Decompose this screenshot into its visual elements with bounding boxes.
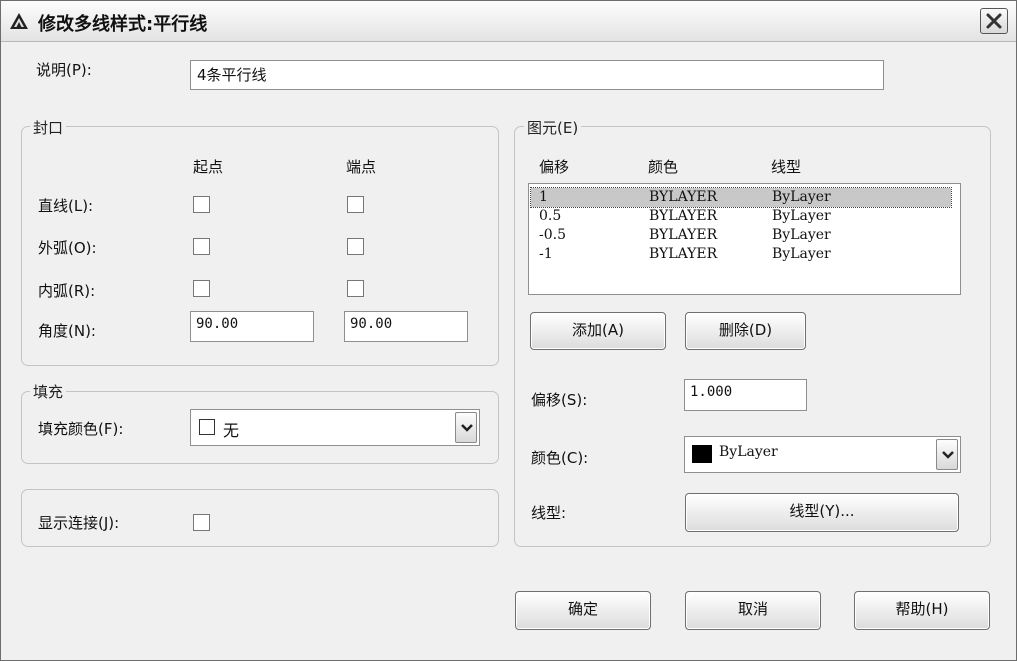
display-joints-label: 显示连接(J): [38, 514, 120, 532]
close-icon [986, 13, 1002, 29]
elements-list-row[interactable]: 0.5 BYLAYER ByLayer [531, 207, 951, 226]
fill-color-dropdown[interactable]: 无 [190, 409, 480, 446]
display-joints-checkbox[interactable] [193, 514, 210, 531]
caps-end-header: 端点 [346, 158, 377, 176]
element-offset-label: 偏移(S): [531, 391, 588, 409]
elements-header-offset[interactable]: 偏移 [539, 156, 569, 177]
description-input[interactable]: 4条平行线 [190, 60, 884, 90]
element-color-dropdown-arrow[interactable] [936, 439, 958, 470]
caps-start-header: 起点 [193, 158, 224, 176]
caps-angle-end-input[interactable]: 90.00 [344, 311, 468, 342]
element-color-dropdown[interactable]: ByLayer [684, 436, 961, 473]
element-offset: -0.5 [539, 227, 566, 243]
element-color: BYLAYER [649, 189, 718, 205]
caps-line-end-checkbox[interactable] [347, 196, 364, 213]
window-title: 修改多线样式:平行线 [38, 14, 208, 35]
fill-color-label: 填充颜色(F): [38, 420, 124, 438]
element-color: BYLAYER [649, 208, 718, 224]
linetype-button[interactable]: 线型(Y)... [685, 493, 959, 532]
element-offset: 0.5 [539, 208, 562, 224]
caps-line-start-checkbox[interactable] [193, 196, 210, 213]
elements-list-row[interactable]: -1 BYLAYER ByLayer [531, 245, 951, 264]
chevron-down-icon [461, 424, 473, 432]
ok-button[interactable]: 确定 [515, 591, 651, 630]
elements-list[interactable]: 1 BYLAYER ByLayer 0.5 BYLAYER ByLayer -0… [528, 183, 961, 295]
delete-element-button[interactable]: 删除(D) [685, 312, 806, 350]
fill-color-swatch [199, 419, 215, 435]
description-label: 说明(P): [36, 61, 92, 79]
fill-color-dropdown-arrow[interactable] [455, 412, 477, 443]
fill-group-title: 填充 [30, 381, 67, 402]
caps-line-label: 直线(L): [38, 197, 94, 215]
element-color-label: 颜色(C): [531, 449, 589, 467]
element-linetype: ByLayer [772, 189, 831, 205]
caps-angle-label: 角度(N): [38, 322, 96, 340]
elements-header-color[interactable]: 颜色 [648, 156, 678, 177]
caps-inner-arc-start-checkbox[interactable] [193, 280, 210, 297]
autocad-triangle-icon [10, 13, 28, 29]
element-linetype-label: 线型: [531, 504, 567, 522]
chevron-down-icon [942, 451, 954, 459]
caps-angle-start-input[interactable]: 90.00 [190, 311, 314, 342]
caps-outer-arc-start-checkbox[interactable] [193, 238, 210, 255]
multiline-style-dialog: 修改多线样式:平行线 说明(P): 4条平行线 封口 起点 端点 直线(L): … [0, 0, 1017, 661]
title-bar[interactable]: 修改多线样式:平行线 [1, 1, 1016, 42]
fill-color-value: 无 [223, 421, 240, 440]
caps-inner-arc-end-checkbox[interactable] [347, 280, 364, 297]
elements-group-title: 图元(E) [524, 117, 582, 138]
element-linetype: ByLayer [772, 246, 831, 262]
caps-outer-arc-end-checkbox[interactable] [347, 238, 364, 255]
caps-inner-arc-label: 内弧(R): [38, 282, 96, 300]
element-color: BYLAYER [649, 246, 718, 262]
element-linetype: ByLayer [772, 208, 831, 224]
caps-outer-arc-label: 外弧(O): [38, 239, 97, 257]
element-color: BYLAYER [649, 227, 718, 243]
element-offset-input[interactable]: 1.000 [684, 379, 807, 411]
element-color-value: ByLayer [719, 444, 778, 460]
elements-header-linetype[interactable]: 线型 [771, 156, 801, 177]
help-button[interactable]: 帮助(H) [854, 591, 990, 630]
elements-list-row[interactable]: 1 BYLAYER ByLayer [530, 187, 952, 208]
element-linetype: ByLayer [772, 227, 831, 243]
caps-group-title: 封口 [30, 117, 67, 138]
element-color-swatch [692, 445, 712, 463]
add-element-button[interactable]: 添加(A) [530, 312, 666, 350]
element-offset: 1 [539, 189, 548, 205]
element-offset: -1 [539, 246, 553, 262]
elements-list-row[interactable]: -0.5 BYLAYER ByLayer [531, 226, 951, 245]
close-button[interactable] [980, 8, 1008, 34]
cancel-button[interactable]: 取消 [685, 591, 821, 630]
